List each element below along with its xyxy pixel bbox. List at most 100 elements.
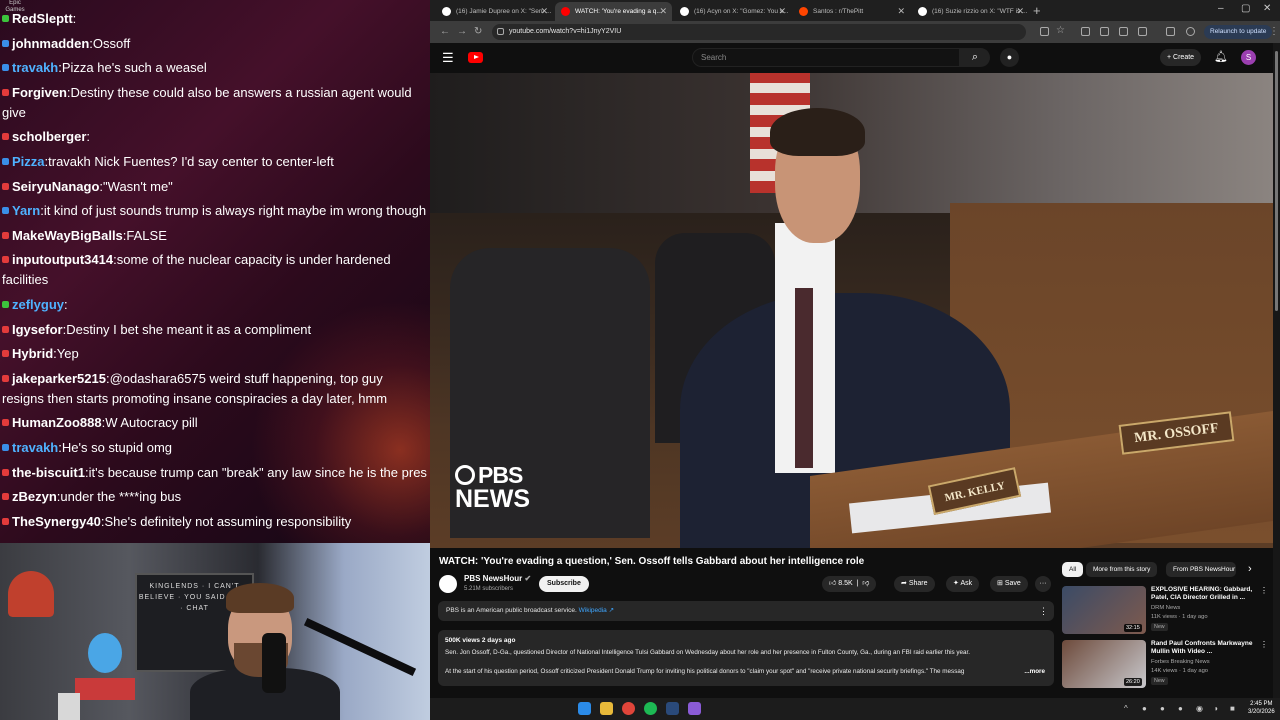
extension-icon[interactable] — [1081, 27, 1090, 36]
volume-icon[interactable]: ◗ — [1214, 704, 1219, 714]
like-button[interactable]: 👍︎ 8.5K | 👎︎ — [822, 576, 877, 592]
recommended-video[interactable]: 26:20 Rand Paul Confronts Markwayne Mull… — [1062, 640, 1272, 690]
thumbs-down-icon[interactable]: 👎︎ — [862, 580, 869, 587]
show-more-link[interactable]: ...more — [1020, 668, 1045, 675]
chat-username[interactable]: Igysefor — [12, 322, 63, 337]
chat-username[interactable]: zeflyguy — [12, 297, 64, 312]
video-menu-icon[interactable]: ⋮ — [1260, 586, 1268, 595]
youtube-logo-icon[interactable] — [468, 52, 483, 63]
chip-more-from-story[interactable]: More from this story — [1086, 562, 1158, 577]
recommended-channel[interactable]: DRM News — [1151, 604, 1180, 612]
close-window-icon[interactable]: ✕ — [1263, 3, 1271, 14]
video-player[interactable]: MR. OSSOFF MR. KELLY PBS NEWS — [430, 73, 1273, 548]
chat-username[interactable]: the-biscuit1 — [12, 465, 85, 480]
file-explorer-icon[interactable] — [600, 702, 613, 715]
back-icon[interactable]: ← — [440, 26, 450, 38]
profile-icon[interactable] — [1186, 27, 1195, 36]
page-scrollbar[interactable] — [1273, 43, 1280, 698]
scrollbar-thumb[interactable] — [1275, 51, 1278, 311]
chat-username[interactable]: Pizza — [12, 154, 45, 169]
close-tab-icon[interactable]: ✕ — [659, 2, 667, 21]
minimize-icon[interactable]: – — [1218, 3, 1224, 14]
browser-tab[interactable]: (16) Suzie rizzio on X: "WTF is ... ✕ — [912, 2, 1029, 21]
close-tab-icon[interactable]: ✕ — [540, 2, 548, 21]
recommended-video[interactable]: 32:15 EXPLOSIVE HEARING: Gabbard, Patel,… — [1062, 586, 1272, 636]
hamburger-menu-icon[interactable]: ☰ — [442, 51, 454, 64]
notifications-bell-icon[interactable]: 🔔︎ — [1214, 50, 1228, 63]
save-button[interactable]: ⊞ Save — [990, 576, 1028, 592]
app-icon[interactable] — [688, 702, 701, 715]
tray-app-icon[interactable]: ● — [1142, 704, 1147, 714]
extension-icon[interactable] — [1138, 27, 1147, 36]
chat-username[interactable]: johnmadden — [12, 36, 89, 51]
chat-username[interactable]: Hybrid — [12, 346, 53, 361]
extension-icon[interactable] — [1119, 27, 1128, 36]
browser-tab-active[interactable]: WATCH: 'You're evading a q... ✕ — [555, 2, 672, 21]
tray-app-icon[interactable]: ● — [1160, 704, 1165, 714]
url-text[interactable]: youtube.com/watch?v=hi1JnyY2VIU — [509, 24, 621, 40]
relaunch-button[interactable]: Relaunch to update — [1204, 25, 1273, 39]
tray-overflow-icon[interactable]: ^ — [1124, 704, 1128, 714]
info-menu-icon[interactable]: ⋮ — [1039, 601, 1048, 621]
chat-username[interactable]: jakeparker5215 — [12, 371, 106, 386]
steam-icon[interactable] — [666, 702, 679, 715]
chat-username[interactable]: SeiryuNanago — [12, 179, 99, 194]
extension-icon[interactable] — [1100, 27, 1109, 36]
close-tab-icon[interactable]: ✕ — [778, 2, 786, 21]
recommended-channel[interactable]: Forbes Breaking News — [1151, 658, 1210, 666]
forward-icon[interactable]: → — [457, 26, 467, 38]
chevron-right-icon[interactable]: › — [1248, 562, 1252, 577]
channel-name[interactable]: PBS NewsHour ✔ — [464, 574, 531, 584]
chat-username[interactable]: Forgiven — [12, 85, 67, 100]
browser-tab[interactable]: (16) Jamie Dupree on X: "Sen. ... ✕ — [436, 2, 553, 21]
system-clock[interactable]: 2:45 PM 3/20/2026 — [1248, 700, 1275, 716]
subscribe-button[interactable]: Subscribe — [539, 576, 589, 592]
spotify-icon[interactable] — [644, 702, 657, 715]
close-tab-icon[interactable]: ✕ — [1016, 2, 1024, 21]
chat-username[interactable]: Yarn — [12, 203, 40, 218]
chip-from-channel[interactable]: From PBS NewsHour — [1166, 562, 1236, 577]
chat-username[interactable]: zBezyn — [12, 489, 57, 504]
video-menu-icon[interactable]: ⋮ — [1260, 640, 1268, 649]
create-button[interactable]: + Create — [1160, 49, 1202, 66]
search-icon[interactable]: ⌕ — [960, 48, 990, 67]
video-description[interactable]: 500K views 2 days ago Sen. Jon Ossoff, D… — [438, 630, 1054, 686]
chat-username[interactable]: MakeWayBigBalls — [12, 228, 123, 243]
tab-strip: (16) Jamie Dupree on X: "Sen. ... ✕ WATCH… — [430, 0, 1280, 21]
bookmark-star-icon[interactable]: ☆ — [1056, 25, 1065, 37]
share-button[interactable]: ➦ Share — [894, 576, 935, 592]
chat-username[interactable]: HumanZoo888 — [12, 415, 102, 430]
site-info-icon[interactable] — [497, 28, 504, 35]
close-tab-icon[interactable]: ✕ — [897, 2, 905, 21]
recommended-title[interactable]: Rand Paul Confronts Markwayne Mullin Wit… — [1151, 640, 1261, 656]
side-panel-icon[interactable] — [1166, 27, 1175, 36]
account-avatar[interactable]: S — [1241, 50, 1256, 65]
address-bar[interactable]: youtube.com/watch?v=hi1JnyY2VIU — [492, 24, 1026, 40]
voice-search-icon[interactable]: ● — [1000, 48, 1019, 67]
network-icon[interactable]: ◉ — [1196, 704, 1203, 714]
chrome-menu-icon[interactable]: ⋮ — [1269, 26, 1279, 38]
more-actions-icon[interactable]: ··· — [1035, 576, 1051, 592]
reload-icon[interactable]: ↻ — [474, 26, 482, 38]
chip-all[interactable]: All — [1062, 562, 1084, 577]
maximize-icon[interactable]: ▢ — [1241, 3, 1250, 14]
start-menu-icon[interactable] — [578, 702, 591, 715]
chat-username[interactable]: TheSynergy40 — [12, 514, 101, 529]
tray-app-icon[interactable]: ■ — [1230, 704, 1235, 714]
browser-tab[interactable]: (16) Acyn on X: "Gomez: You s... ✕ — [674, 2, 791, 21]
search-input[interactable]: Search — [692, 48, 960, 67]
ask-button[interactable]: ✦ Ask — [946, 576, 980, 592]
chat-username[interactable]: travakh — [12, 60, 58, 75]
channel-avatar[interactable] — [439, 575, 457, 593]
chat-username[interactable]: inputoutput3414 — [12, 252, 113, 267]
chrome-icon[interactable] — [622, 702, 635, 715]
wikipedia-link[interactable]: Wikipedia — [579, 607, 607, 614]
chat-username[interactable]: scholberger — [12, 129, 86, 144]
recommended-title[interactable]: EXPLOSIVE HEARING: Gabbard, Patel, CIA D… — [1151, 586, 1261, 602]
browser-tab[interactable]: Santos : r/ThePitt ✕ — [793, 2, 910, 21]
chat-username[interactable]: travakh — [12, 440, 58, 455]
new-tab-icon[interactable]: + — [1033, 2, 1041, 19]
install-app-icon[interactable] — [1040, 27, 1049, 36]
tray-app-icon[interactable]: ● — [1178, 704, 1183, 714]
chat-username[interactable]: RedSleptt — [12, 11, 73, 26]
